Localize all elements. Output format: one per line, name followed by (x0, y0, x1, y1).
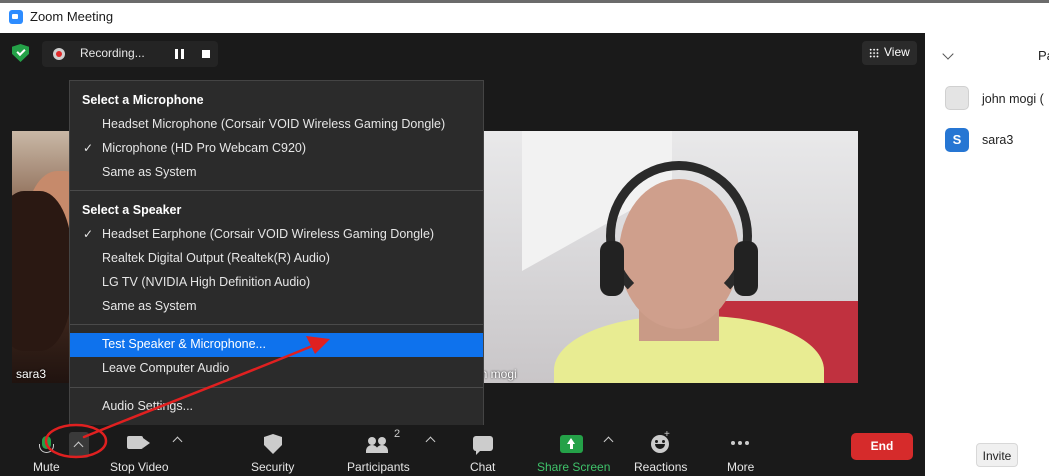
chevron-down-icon[interactable] (942, 48, 954, 60)
microphone-section-header: Select a Microphone (82, 93, 204, 107)
microphone-stand-icon (39, 444, 54, 453)
avatar (945, 86, 969, 110)
headset-ear-left (600, 241, 624, 296)
video-options-chevron-icon[interactable] (172, 436, 183, 447)
check-icon: ✓ (83, 227, 94, 241)
zoom-logo-icon (9, 10, 23, 24)
ellipsis-icon (731, 441, 735, 445)
menu-divider (70, 190, 483, 191)
test-speaker-microphone-label: Test Speaker & Microphone... (102, 337, 266, 351)
leave-computer-audio-item[interactable]: Leave Computer Audio (70, 357, 483, 381)
invite-label: Invite (982, 449, 1012, 463)
speaker-option[interactable]: LG TV (NVIDIA High Definition Audio) (70, 271, 483, 295)
grid-icon (869, 48, 879, 58)
chevron-up-icon (73, 441, 84, 452)
more-label: More (727, 460, 755, 474)
participants-options-chevron-icon[interactable] (425, 436, 436, 447)
security-shield-icon (264, 434, 282, 454)
participants-icon (366, 437, 390, 453)
participant-video-right[interactable] (484, 131, 858, 383)
share-options-chevron-icon[interactable] (603, 436, 614, 447)
speaker-option-label: Same as System (102, 299, 197, 313)
stop-video-label: Stop Video (110, 460, 169, 474)
test-speaker-microphone-item[interactable]: Test Speaker & Microphone... (70, 333, 483, 357)
video-camera-icon (127, 436, 143, 449)
headset-band (606, 161, 752, 311)
chat-bubble-icon (473, 436, 493, 455)
video-hair (12, 191, 72, 351)
window-title: Zoom Meeting (30, 9, 114, 24)
microphone-option[interactable]: ✓ Microphone (HD Pro Webcam C920) (70, 137, 483, 161)
speaker-option[interactable]: Same as System (70, 295, 483, 319)
end-label: End (870, 439, 894, 453)
speaker-option-label: Headset Earphone (Corsair VOID Wireless … (102, 227, 435, 241)
view-label: View (884, 45, 910, 59)
microphone-option[interactable]: Headset Microphone (Corsair VOID Wireles… (70, 113, 483, 137)
participants-count: 2 (394, 428, 401, 440)
avatar-initial: S (952, 132, 962, 147)
leave-computer-audio-label: Leave Computer Audio (102, 361, 230, 375)
microphone-option[interactable]: Same as System (70, 161, 483, 185)
participant-video-left[interactable] (12, 131, 72, 383)
check-icon: ✓ (83, 141, 94, 155)
audio-options-caret-button[interactable] (69, 432, 89, 458)
share-screen-label: Share Screen (537, 460, 611, 474)
menu-divider (70, 387, 483, 388)
speaker-option-label: Realtek Digital Output (Realtek(R) Audio… (102, 251, 330, 265)
participants-panel-title: Pa (1038, 48, 1049, 63)
pause-recording-icon[interactable] (175, 49, 184, 59)
mute-label: Mute (33, 460, 60, 474)
speaker-section-header: Select a Speaker (82, 203, 182, 217)
participants-panel: Pa john mogi ( S sara3 Invite (925, 33, 1049, 476)
stop-recording-icon[interactable] (202, 50, 210, 58)
participant-name-left: sara3 (16, 367, 47, 381)
plus-icon: + (664, 429, 670, 440)
meeting-area: Recording... View sara3 hn mogi Select a… (0, 33, 925, 476)
headset-ear-right (734, 241, 758, 296)
window-titlebar: Zoom Meeting (0, 0, 1049, 33)
speaker-option[interactable]: Realtek Digital Output (Realtek(R) Audio… (70, 247, 483, 271)
audio-settings-item[interactable]: Audio Settings... (70, 395, 483, 419)
security-label: Security (251, 460, 295, 474)
record-icon (53, 48, 65, 60)
microphone-option-label: Same as System (102, 165, 197, 179)
speaker-option[interactable]: ✓ Headset Earphone (Corsair VOID Wireles… (70, 223, 483, 247)
microphone-option-label: Microphone (HD Pro Webcam C920) (102, 141, 307, 155)
recording-indicator: Recording... (42, 41, 218, 67)
invite-button[interactable]: Invite (976, 443, 1018, 467)
speaker-option-label: LG TV (NVIDIA High Definition Audio) (102, 275, 311, 289)
meeting-toolbar: Mute Stop Video Security 2 Participants … (0, 425, 925, 476)
share-screen-icon (560, 435, 583, 453)
avatar: S (945, 128, 969, 152)
audio-settings-label: Audio Settings... (102, 399, 194, 413)
recording-label: Recording... (80, 46, 145, 60)
menu-divider (70, 324, 483, 325)
participant-list-name[interactable]: john mogi ( (982, 92, 1044, 106)
chat-label: Chat (470, 460, 496, 474)
participant-list-name[interactable]: sara3 (982, 133, 1013, 147)
view-button[interactable]: View (862, 41, 917, 65)
end-meeting-button[interactable]: End (851, 433, 913, 460)
reactions-label: Reactions (634, 460, 688, 474)
audio-options-menu: Select a Microphone Headset Microphone (… (69, 80, 484, 454)
encryption-shield-icon[interactable] (12, 44, 29, 62)
taskbar-strip (0, 0, 1049, 3)
participants-label: Participants (347, 460, 410, 474)
microphone-option-label: Headset Microphone (Corsair VOID Wireles… (102, 117, 446, 131)
